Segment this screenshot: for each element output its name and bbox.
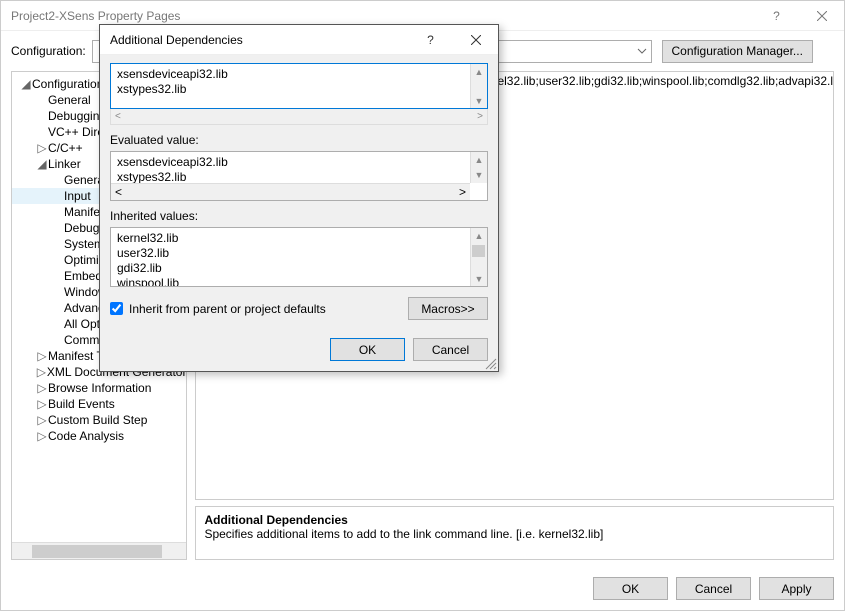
expander-icon[interactable]: ▷	[36, 429, 48, 443]
expander-icon[interactable]: ▷	[36, 365, 47, 379]
evaluated-line: xsensdeviceapi32.lib	[117, 155, 481, 170]
modal-cancel-button[interactable]: Cancel	[413, 338, 488, 361]
tree-item[interactable]: ▷Build Events	[12, 396, 186, 412]
help-button[interactable]: ?	[754, 1, 799, 30]
macros-button[interactable]: Macros>>	[408, 297, 488, 320]
tree-item[interactable]: ▷Browse Information	[12, 380, 186, 396]
configuration-manager-button[interactable]: Configuration Manager...	[662, 40, 813, 63]
scroll-up-icon[interactable]: ▲	[471, 64, 487, 79]
configuration-manager-label: Configuration Manager...	[672, 44, 803, 58]
dependencies-textarea[interactable]: xsensdeviceapi32.lib xstypes32.lib ▲ ▼	[110, 63, 488, 109]
tree-item[interactable]: ▷Custom Build Step	[12, 412, 186, 428]
inherit-checkbox[interactable]	[110, 302, 123, 315]
evaluated-hscrollbar[interactable]: < >	[111, 183, 470, 200]
scroll-left-icon[interactable]: <	[115, 185, 122, 199]
inherited-line: user32.lib	[117, 246, 481, 261]
modal-titlebar: Additional Dependencies ?	[100, 25, 498, 55]
expander-icon[interactable]: ▷	[36, 381, 48, 395]
apply-button[interactable]: Apply	[759, 577, 834, 600]
inherited-vscrollbar[interactable]: ▲ ▼	[470, 228, 487, 286]
resize-grip[interactable]	[483, 356, 497, 370]
scroll-down-icon[interactable]: ▼	[471, 167, 487, 182]
expander-icon[interactable]: ▷	[36, 141, 48, 155]
inherited-values-box: kernel32.lib user32.lib gdi32.lib winspo…	[110, 227, 488, 287]
scroll-up-icon[interactable]: ▲	[471, 152, 487, 167]
ok-button[interactable]: OK	[593, 577, 668, 600]
configuration-label: Configuration:	[11, 44, 86, 58]
scroll-left-icon[interactable]: <	[115, 111, 121, 122]
modal-title: Additional Dependencies	[110, 33, 408, 47]
description-title: Additional Dependencies	[204, 513, 825, 527]
tree-item[interactable]: ▷Code Analysis	[12, 428, 186, 444]
modal-button-row: OK Cancel	[100, 328, 498, 371]
description-box: Additional Dependencies Specifies additi…	[195, 506, 834, 560]
scroll-up-icon[interactable]: ▲	[471, 228, 487, 243]
expander-icon[interactable]: ◢	[20, 77, 32, 91]
expander-icon[interactable]: ◢	[36, 157, 48, 171]
scroll-right-icon[interactable]: >	[459, 185, 466, 199]
inherit-checkbox-label: Inherit from parent or project defaults	[129, 302, 326, 316]
inherited-line: gdi32.lib	[117, 261, 481, 276]
tree-hscrollbar[interactable]	[12, 542, 186, 559]
scroll-right-icon[interactable]: >	[477, 111, 483, 122]
scrollbar-thumb[interactable]	[472, 245, 485, 257]
scrollbar-thumb[interactable]	[32, 545, 162, 558]
parent-window-title: Project2-XSens Property Pages	[11, 9, 754, 23]
edit-line: xsensdeviceapi32.lib	[117, 67, 481, 82]
inherit-checkbox-row: Inherit from parent or project defaults …	[110, 297, 488, 320]
modal-ok-button[interactable]: OK	[330, 338, 405, 361]
evaluated-value-box: xsensdeviceapi32.lib xstypes32.lib %(Add…	[110, 151, 488, 201]
expander-icon[interactable]: ▷	[36, 397, 48, 411]
description-text: Specifies additional items to add to the…	[204, 527, 825, 541]
inherited-line: winspool.lib	[117, 276, 481, 287]
edit-line: xstypes32.lib	[117, 82, 481, 97]
expander-icon[interactable]: ▷	[36, 349, 48, 363]
modal-help-button[interactable]: ?	[408, 25, 453, 54]
chevron-down-icon	[637, 45, 647, 59]
evaluated-vscrollbar[interactable]: ▲ ▼	[470, 152, 487, 183]
scroll-down-icon[interactable]: ▼	[471, 93, 487, 108]
bottom-button-row: OK Cancel Apply	[593, 577, 834, 600]
edit-vscrollbar[interactable]: ▲ ▼	[470, 64, 487, 108]
modal-close-button[interactable]	[453, 25, 498, 54]
additional-dependencies-dialog: Additional Dependencies ? xsensdeviceapi…	[99, 24, 499, 372]
inherited-line: kernel32.lib	[117, 231, 481, 246]
edit-hscrollbar[interactable]: < >	[110, 108, 488, 125]
cancel-button[interactable]: Cancel	[676, 577, 751, 600]
inherited-label: Inherited values:	[110, 209, 488, 223]
close-button[interactable]	[799, 1, 844, 30]
evaluated-label: Evaluated value:	[110, 133, 488, 147]
expander-icon[interactable]: ▷	[36, 413, 48, 427]
modal-body: xsensdeviceapi32.lib xstypes32.lib ▲ ▼ <…	[100, 55, 498, 328]
scroll-down-icon[interactable]: ▼	[471, 271, 487, 286]
